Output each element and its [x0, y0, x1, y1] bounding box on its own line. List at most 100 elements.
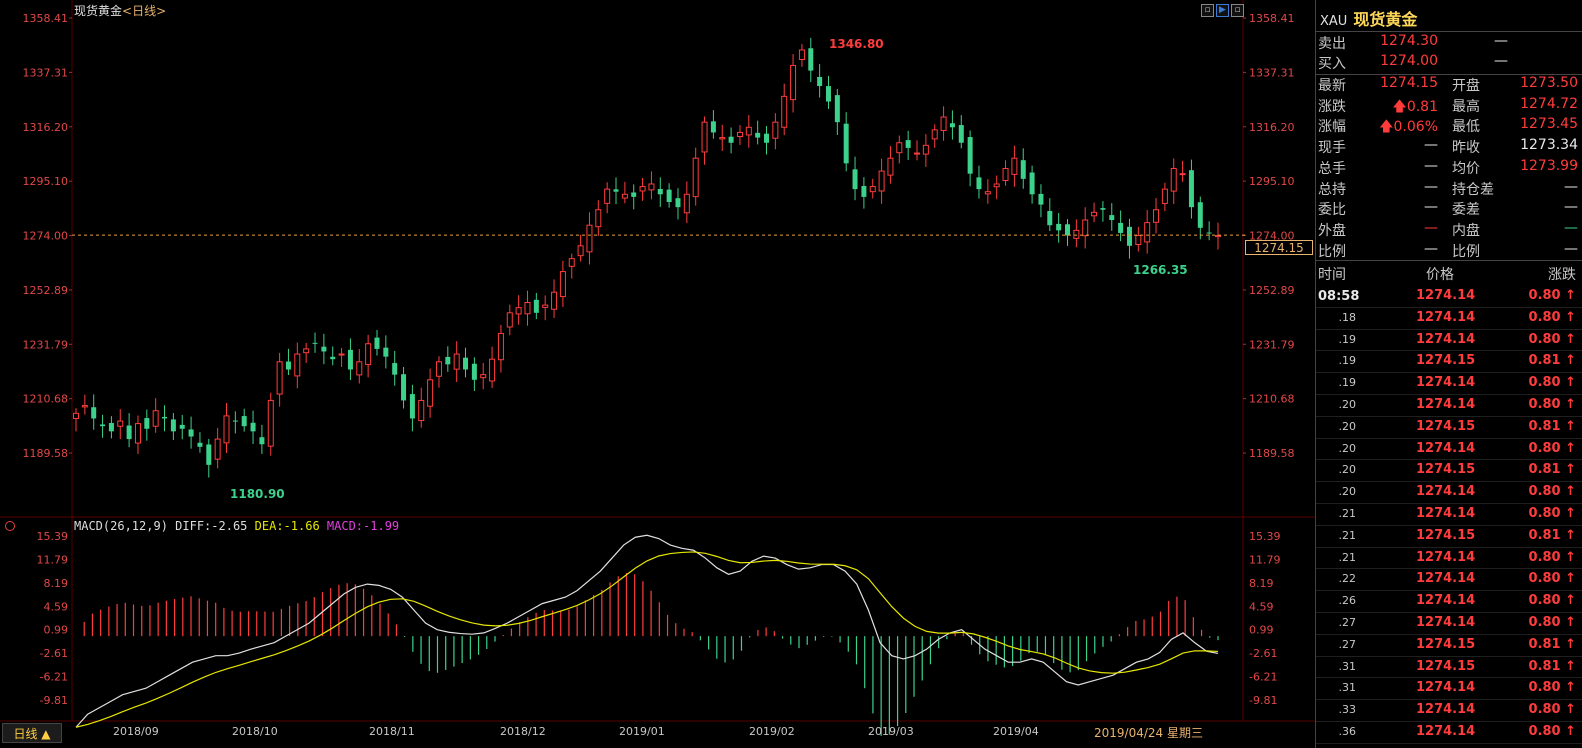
- tick-price: 1274.14: [1416, 680, 1476, 696]
- tick-price: 1274.14: [1416, 615, 1476, 630]
- tick-row[interactable]: .26 1274.14 0.80 ↑: [1316, 591, 1582, 613]
- tick-row[interactable]: .27 1274.14 0.80 ↑: [1316, 613, 1582, 635]
- tick-price: 1274.14: [1416, 593, 1476, 609]
- macd-diff: DIFF:-2.65: [175, 519, 248, 533]
- tick-row[interactable]: .22 1274.14 0.80 ↑: [1316, 569, 1582, 592]
- window-mode-icon[interactable]: ▫: [1201, 4, 1214, 17]
- quote-row: 外盘 — 内盘 —: [1316, 220, 1578, 241]
- candle-body-up: [648, 183, 655, 191]
- tick-row[interactable]: .18 1274.14 0.80 ↑: [1316, 308, 1582, 330]
- price-tick-label-left: 1316.20: [23, 121, 69, 134]
- tick-time: .33: [1338, 703, 1357, 717]
- quote-panel: XAU 现货黄金 卖出 1274.30 — 买入 1274.00 — 最新 1274…: [1315, 0, 1582, 748]
- tick-row[interactable]: .21 1274.15 0.81 ↑: [1316, 526, 1582, 548]
- period-button[interactable]: 日线 ▲: [2, 723, 62, 743]
- candle-body-down: [861, 186, 867, 197]
- quote-value: 1273.34: [1520, 137, 1578, 154]
- quote-label: 总手: [1318, 160, 1346, 177]
- candle-body-up: [515, 307, 522, 315]
- kline-chart-area[interactable]: 1358.41 1337.31 1316.20 1295.10 1274.00 1252.…: [0, 0, 1315, 748]
- tick-change: 0.80 ↑: [1529, 484, 1577, 499]
- quote-value: 1273.45: [1520, 116, 1578, 133]
- macd-tick-label-left: 0.99: [44, 624, 69, 637]
- play-icon[interactable]: ▶: [1216, 4, 1229, 17]
- up-arrow-icon: ↑: [1560, 571, 1576, 587]
- tick-row[interactable]: .20 1274.14 0.80 ↑: [1316, 395, 1582, 417]
- tick-row[interactable]: .21 1274.14 0.80 ↑: [1316, 504, 1582, 526]
- chart-title: 现货黄金<日线>: [74, 2, 166, 19]
- candle-body-up: [692, 157, 699, 198]
- tick-time: .26: [1338, 594, 1357, 608]
- tick-row[interactable]: .20 1274.15 0.81 ↑: [1316, 417, 1582, 439]
- quote-value: 1274.72: [1520, 95, 1578, 112]
- candle-body-up: [1082, 219, 1089, 237]
- price-tick-label-right: 1337.31: [1249, 66, 1295, 79]
- tick-time: .18: [1338, 310, 1357, 324]
- candle-body-up: [1144, 222, 1151, 243]
- tick-row[interactable]: .19 1274.14 0.80 ↑: [1316, 330, 1582, 352]
- candle-body-down: [392, 363, 398, 375]
- tick-row[interactable]: .36 1274.14 0.80 ↑: [1316, 722, 1582, 744]
- price-tick-label-right: 1210.68: [1249, 393, 1295, 406]
- candle-body-up: [453, 353, 460, 370]
- tick-row[interactable]: .31 1274.15 0.81 ↑: [1316, 657, 1582, 679]
- month-label: 2018/11: [369, 725, 415, 738]
- tick-change-value: 0.80: [1528, 375, 1561, 391]
- tick-time: .19: [1338, 376, 1357, 390]
- tick-price: 1274.14: [1416, 309, 1476, 325]
- candle-body-down: [383, 347, 389, 357]
- tick-time: .36: [1338, 725, 1357, 738]
- indicator-settings-icon[interactable]: [5, 521, 15, 531]
- candle-body-up: [790, 64, 797, 101]
- tick-row[interactable]: .19 1274.15 0.81 ↑: [1316, 351, 1582, 374]
- tick-price: 1274.14: [1416, 506, 1476, 521]
- tick-row[interactable]: .31 1274.14 0.80 ↑: [1316, 678, 1582, 701]
- tick-row[interactable]: .20 1274.14 0.80 ↑: [1316, 482, 1582, 504]
- instrument-name: 现货黄金: [74, 4, 123, 18]
- candle-body-down: [631, 192, 637, 197]
- candle-body-up: [480, 374, 487, 379]
- candle-body-down: [817, 76, 823, 87]
- tick-change-value: 0.80: [1528, 484, 1561, 500]
- candle-body-down: [1109, 215, 1115, 221]
- quote-value: —: [1424, 240, 1438, 257]
- month-label: 2018/12: [500, 725, 546, 738]
- candle-body-down: [126, 425, 132, 440]
- candle-body-up: [887, 157, 894, 176]
- tick-row[interactable]: 08:58 1274.14 0.80 ↑: [1316, 286, 1582, 308]
- window-toggle-icon[interactable]: ▫: [1231, 4, 1244, 17]
- price-tick-label-left: 1358.41: [23, 12, 69, 25]
- candle-body-up: [639, 186, 646, 192]
- tick-row[interactable]: .33 1274.14 0.80 ↑: [1316, 700, 1582, 722]
- candle-body-down: [949, 123, 955, 128]
- quote-value: 1274.15: [1380, 75, 1438, 91]
- tick-change-value: 0.80: [1528, 331, 1561, 347]
- month-label: 2019/04: [993, 725, 1039, 738]
- quote-row: 比例 — 比例 —: [1316, 241, 1578, 262]
- quote-label: 涨跌: [1318, 98, 1346, 115]
- quote-label: 比例: [1318, 243, 1346, 260]
- tick-row[interactable]: .20 1274.14 0.80 ↑: [1316, 439, 1582, 461]
- candle-body-up: [798, 49, 805, 61]
- candle-body-up: [993, 183, 1000, 188]
- candle-body-up: [418, 399, 425, 422]
- candle-body-up: [214, 438, 221, 460]
- tick-price: 1274.15: [1416, 418, 1476, 434]
- price-tick-label-left: 1189.58: [23, 447, 69, 460]
- candle-body-up: [577, 245, 584, 257]
- tick-row[interactable]: .20 1274.15 0.81 ↑: [1316, 460, 1582, 483]
- candle-body-down: [285, 361, 291, 370]
- time-column-header: 时间: [1318, 267, 1346, 283]
- price-tick-label-right: 1295.10: [1249, 175, 1295, 188]
- tick-row[interactable]: .19 1274.14 0.80 ↑: [1316, 373, 1582, 395]
- tick-row[interactable]: .21 1274.14 0.80 ↑: [1316, 548, 1582, 570]
- candle-body-down: [1197, 202, 1203, 228]
- tick-price: 1274.14: [1416, 702, 1476, 718]
- candle-body-down: [330, 356, 336, 360]
- tick-change: 0.81 ↑: [1529, 353, 1577, 368]
- macd-tick-label-left: -6.21: [40, 671, 68, 684]
- tick-change: 0.80 ↑: [1529, 593, 1577, 608]
- quote-value: —: [1424, 157, 1438, 174]
- tick-row[interactable]: .27 1274.15 0.81 ↑: [1316, 635, 1582, 657]
- candle-body-down: [1056, 223, 1062, 231]
